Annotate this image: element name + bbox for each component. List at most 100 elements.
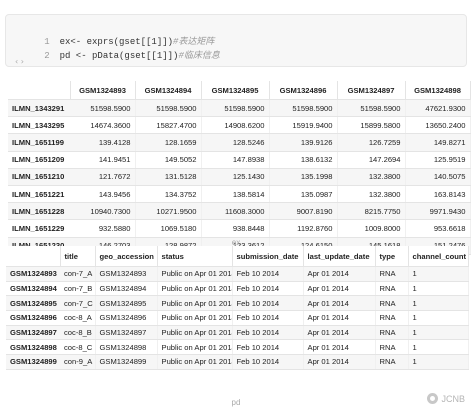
table-cell: 1192.8760 bbox=[269, 219, 338, 238]
table-cell: 121.7672 bbox=[70, 168, 136, 186]
row-name-cell: GSM1324896 bbox=[6, 310, 60, 326]
table-cell: 10271.9500 bbox=[135, 202, 202, 221]
wechat-logo-icon bbox=[427, 393, 439, 404]
table-row: GSM1324896 coc-8_A GSM1324896 Public on Apr… bbox=[6, 310, 469, 326]
table-cell: RNA bbox=[375, 281, 409, 297]
table-cell: 8215.7750 bbox=[337, 202, 406, 221]
table-cell: RNA bbox=[375, 339, 409, 356]
table-cell: 9007.8190 bbox=[269, 202, 338, 221]
column-header[interactable]: GSM1324897 bbox=[337, 81, 406, 100]
table-cell: 938.8448 bbox=[201, 219, 270, 238]
table-row: GSM1324898 coc-8_C GSM1324898 Public on Apr… bbox=[6, 339, 469, 356]
table-cell: Public on Apr 01 2014 bbox=[157, 325, 233, 341]
table-cell: Apr 01 2014 bbox=[303, 339, 376, 356]
column-header[interactable]: GSM1324898 bbox=[405, 81, 471, 100]
table-caption-pd: pd bbox=[231, 398, 241, 407]
row-name-cell: ILMN_1651209 bbox=[8, 151, 70, 169]
corner-header-cell[interactable] bbox=[8, 81, 71, 100]
table-cell: 932.5880 bbox=[70, 219, 136, 238]
table-cell: Feb 10 2014 bbox=[232, 354, 304, 370]
table-cell: 10940.7300 bbox=[70, 202, 136, 221]
table-cell: 1 bbox=[408, 266, 469, 282]
table-cell: 51598.5900 bbox=[70, 99, 136, 118]
table-cell: Public on Apr 01 2014 bbox=[157, 266, 233, 282]
table-cell: 9971.9430 bbox=[405, 202, 471, 221]
table-cell: Feb 10 2014 bbox=[232, 295, 304, 312]
table-cell: 149.5052 bbox=[135, 151, 202, 169]
table-cell: Feb 10 2014 bbox=[232, 310, 304, 326]
table-cell: GSM1324898 bbox=[95, 339, 158, 356]
table-cell: 131.5128 bbox=[135, 168, 202, 186]
table-cell: RNA bbox=[375, 354, 409, 370]
table-cell: 47621.9300 bbox=[405, 99, 471, 118]
table-cell: 134.3752 bbox=[135, 185, 202, 204]
column-header[interactable]: submission_date bbox=[232, 246, 304, 267]
table-row: GSM1324894 con-7_B GSM1324894 Public on Apr… bbox=[6, 281, 469, 297]
row-name-cell: ILMN_1343295 bbox=[8, 116, 70, 135]
table-cell: GSM1324899 bbox=[95, 354, 158, 370]
table-header-row: GSM1324893 GSM1324894 GSM1324895 GSM1324896… bbox=[8, 81, 471, 100]
expression-matrix-table: GSM1324893 GSM1324894 GSM1324895 GSM1324896… bbox=[8, 81, 471, 255]
table-cell: RNA bbox=[375, 295, 409, 312]
table-cell: 51598.5900 bbox=[269, 99, 338, 118]
table-cell: 13650.2400 bbox=[405, 116, 471, 135]
table-cell: 1 bbox=[408, 295, 469, 312]
table-cell: 128.1659 bbox=[135, 133, 202, 152]
table-cell: 1 bbox=[408, 339, 469, 356]
table-row: GSM1324893 con-7_A GSM1324893 Public on Apr… bbox=[6, 266, 469, 282]
phenotype-data-table: title geo_accession status submission_date l… bbox=[6, 246, 469, 370]
row-name-cell: GSM1324893 bbox=[6, 266, 60, 282]
column-header[interactable]: status bbox=[157, 246, 233, 267]
watermark: JCNB bbox=[427, 393, 465, 404]
table-cell: Public on Apr 01 2014 bbox=[157, 310, 233, 326]
column-header[interactable]: last_update_date bbox=[303, 246, 376, 267]
code-text: pd <- pData(gset[[1]]) bbox=[59, 51, 179, 61]
column-header[interactable]: geo_accession bbox=[95, 246, 158, 267]
table-cell: 51598.5900 bbox=[135, 99, 202, 118]
table-cell: Apr 01 2014 bbox=[303, 281, 376, 297]
table-cell: 125.1430 bbox=[201, 168, 270, 186]
table-cell: RNA bbox=[375, 325, 409, 341]
row-name-cell: ILMN_1651210 bbox=[8, 168, 70, 186]
column-header[interactable]: GSM1324896 bbox=[269, 81, 338, 100]
column-header[interactable]: GSM1324893 bbox=[70, 81, 136, 100]
table-row: ILMN_1651228 10940.7300 10271.9500 11608.30… bbox=[8, 202, 471, 221]
table-cell: RNA bbox=[375, 266, 409, 282]
table-cell: 11608.3000 bbox=[201, 202, 270, 221]
row-name-cell: ILMN_1651199 bbox=[8, 133, 70, 152]
column-header[interactable]: title bbox=[60, 246, 96, 267]
table-cell: 15827.4700 bbox=[135, 116, 202, 135]
code-line-1: 1 ex<- exprs(gset[[1]])#表达矩阵 bbox=[6, 21, 214, 47]
row-name-cell: ILMN_1651229 bbox=[8, 219, 70, 238]
row-name-cell: ILMN_1343291 bbox=[8, 99, 70, 118]
table-cell: 149.8271 bbox=[405, 133, 471, 152]
table-cell: 139.9126 bbox=[269, 133, 338, 152]
table-cell: GSM1324897 bbox=[95, 325, 158, 341]
corner-header-cell[interactable] bbox=[6, 246, 61, 267]
table-cell: coc-8_B bbox=[60, 325, 96, 341]
column-header[interactable]: type bbox=[375, 246, 409, 267]
table-cell: 15899.5800 bbox=[337, 116, 406, 135]
table-cell: Public on Apr 01 2014 bbox=[157, 339, 233, 356]
table-cell: Feb 10 2014 bbox=[232, 325, 304, 341]
line-number: 2 bbox=[44, 51, 50, 61]
table-cell: con-7_C bbox=[60, 295, 96, 312]
table-cell: Apr 01 2014 bbox=[303, 266, 376, 282]
row-name-cell: GSM1324899 bbox=[6, 354, 60, 370]
table-cell: Apr 01 2014 bbox=[303, 325, 376, 341]
table-cell: GSM1324893 bbox=[95, 266, 158, 282]
table-cell: 1 bbox=[408, 354, 469, 370]
horizontal-scroll-chevron-icon[interactable]: ‹ › bbox=[15, 57, 24, 66]
table-cell: 14674.3600 bbox=[70, 116, 136, 135]
table-cell: 135.1998 bbox=[269, 168, 338, 186]
table-row: ILMN_1651210 121.7672 131.5128 125.1430 135.… bbox=[8, 168, 471, 186]
column-header[interactable]: GSM1324894 bbox=[135, 81, 202, 100]
table-cell: 1 bbox=[408, 310, 469, 326]
table-row: GSM1324897 coc-8_B GSM1324897 Public on Apr… bbox=[6, 325, 469, 341]
table-cell: 1009.8000 bbox=[337, 219, 406, 238]
table-cell: 51598.5900 bbox=[201, 99, 270, 118]
row-name-cell: GSM1324894 bbox=[6, 281, 60, 297]
table-cell: con-7_B bbox=[60, 281, 96, 297]
column-header[interactable]: channel_count bbox=[408, 246, 469, 267]
column-header[interactable]: GSM1324895 bbox=[201, 81, 270, 100]
